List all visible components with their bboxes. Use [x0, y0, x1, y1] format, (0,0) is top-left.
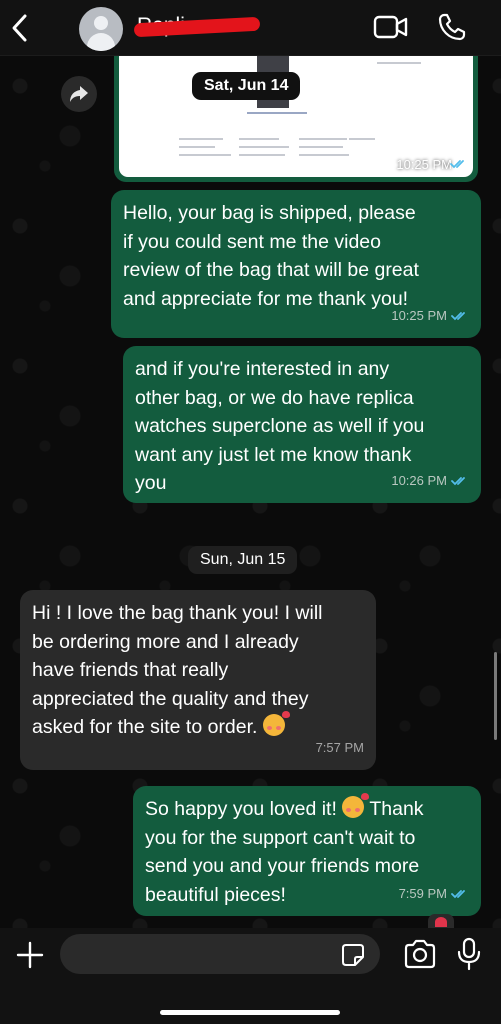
outgoing-message[interactable]: So happy you loved it! Thank you for the…	[133, 786, 481, 916]
video-camera-icon	[373, 15, 408, 39]
image-text-line	[377, 62, 421, 64]
chat-header: Replica	[0, 0, 501, 56]
message-text-part: So happy you loved it!	[145, 798, 343, 820]
image-text-line	[179, 138, 223, 140]
image-text-line	[179, 146, 215, 148]
image-text-line	[239, 138, 279, 140]
composer-bar	[0, 928, 501, 1024]
contact-avatar[interactable]	[79, 7, 123, 51]
message-meta: 10:26 PM	[391, 467, 469, 496]
message-time: 10:26 PM	[391, 472, 447, 488]
date-separator: Sun, Jun 15	[188, 546, 298, 574]
message-meta: 7:57 PM	[316, 734, 364, 763]
chevron-left-icon	[12, 14, 27, 42]
message-meta: 10:25 PM	[391, 302, 469, 331]
reaction-badge[interactable]	[428, 914, 454, 928]
message-time: 7:59 PM	[398, 885, 447, 901]
forward-button[interactable]	[61, 76, 97, 112]
image-text-line	[299, 154, 349, 156]
outgoing-message[interactable]: Hello, your bag is shipped, please if yo…	[111, 190, 481, 338]
video-call-button[interactable]	[373, 14, 409, 40]
double-check-icon	[451, 311, 465, 321]
back-button[interactable]	[8, 12, 32, 44]
incoming-message[interactable]: Hi ! I love the bag thank you! I will be…	[20, 590, 376, 770]
voice-call-button[interactable]	[437, 12, 467, 42]
voice-note-button[interactable]	[456, 937, 482, 971]
image-text-line	[179, 154, 231, 156]
plus-icon	[16, 941, 44, 969]
image-text-line	[239, 154, 285, 156]
sticker-button[interactable]	[341, 943, 365, 967]
smiling-face-with-hearts-icon	[342, 793, 370, 818]
avatar-body	[87, 33, 115, 51]
message-time: 10:25 PM	[391, 307, 447, 323]
smiling-face-with-hearts-icon	[262, 711, 290, 736]
double-check-icon	[451, 889, 465, 899]
attach-button[interactable]	[15, 940, 45, 970]
camera-button[interactable]	[403, 939, 437, 969]
message-meta: 7:59 PM	[399, 880, 469, 909]
avatar-head	[94, 16, 108, 30]
outgoing-message[interactable]: and if you're interested in any other ba…	[123, 346, 481, 503]
date-separator: Sat, Jun 14	[192, 72, 301, 100]
home-indicator[interactable]	[160, 1010, 340, 1015]
phone-icon	[438, 13, 466, 41]
message-text: Hello, your bag is shipped, please if yo…	[123, 202, 419, 310]
camera-icon	[404, 939, 436, 969]
image-text-line	[349, 138, 375, 140]
sticker-icon	[342, 944, 364, 966]
message-input[interactable]	[60, 934, 380, 974]
message-time: 10:25 PM	[396, 157, 452, 172]
microphone-icon	[457, 937, 481, 971]
heart-icon	[435, 917, 447, 927]
forward-arrow-icon	[70, 86, 88, 102]
message-text: Hi ! I love the bag thank you! I will be…	[32, 599, 362, 742]
image-text-line	[239, 146, 289, 148]
double-check-icon	[451, 476, 465, 486]
image-text-line	[299, 146, 343, 148]
scrollbar[interactable]	[494, 652, 497, 740]
image-caption-line	[247, 112, 307, 114]
message-time: 7:57 PM	[315, 739, 364, 755]
double-check-icon	[450, 160, 464, 169]
image-text-line	[299, 138, 347, 140]
